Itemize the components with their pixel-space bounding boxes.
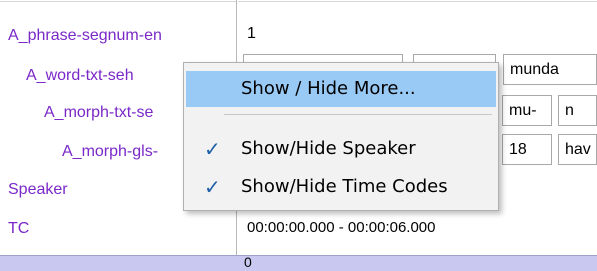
gloss-cell-1[interactable]: 18 [502,134,552,165]
phrase-segnum-cell[interactable]: 1 [240,18,597,49]
menu-item-show-hide-time-codes[interactable]: ✓ Show/Hide Time Codes [186,169,496,205]
menu-item-show-hide-speaker[interactable]: ✓ Show/Hide Speaker [186,131,496,167]
tier-label-morph-txt[interactable]: A_morph-txt-se [44,104,153,122]
tier-label-morph-gls[interactable]: A_morph-gls- [62,143,158,161]
next-row-value: 0 [244,254,252,270]
menu-item-label: Show/Hide Time Codes [241,176,448,197]
tier-label-speaker[interactable]: Speaker [8,181,68,199]
menu-item-show-hide-more[interactable]: Show / Hide More... [186,71,496,107]
checkmark-icon: ✓ [204,175,221,199]
checkmark-icon: ✓ [204,137,221,161]
gloss-cell-2[interactable]: hav [558,134,597,165]
menu-separator [224,114,492,115]
next-annotation-row[interactable]: 0 [0,254,597,271]
menu-item-label: Show / Hide More... [241,78,416,99]
row-divider [0,1,236,2]
morph-cell-1[interactable]: mu- [502,95,552,126]
timecode-cell[interactable]: 00:00:00.000 - 00:00:06.000 [240,212,597,243]
tier-label-word-txt[interactable]: A_word-txt-seh [26,67,134,85]
context-menu: Show / Hide More... ✓ Show/Hide Speaker … [183,62,499,211]
word-cell[interactable]: munda [503,54,597,85]
morph-cell-2[interactable]: n [558,95,597,126]
row-divider [238,1,597,2]
tier-label-phrase-segnum[interactable]: A_phrase-segnum-en [8,27,162,45]
menu-item-label: Show/Hide Speaker [241,138,416,159]
tier-label-tc[interactable]: TC [8,220,29,238]
